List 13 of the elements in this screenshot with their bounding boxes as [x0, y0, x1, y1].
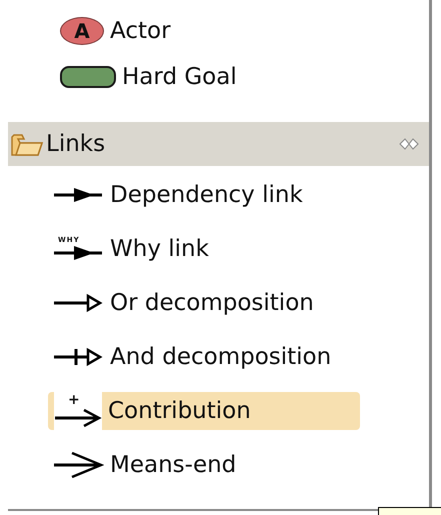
hollow-arrow-icon	[54, 293, 104, 313]
actor-icon: A	[60, 17, 104, 45]
drawer-header[interactable]: Links	[8, 122, 429, 166]
palette-item[interactable]: Or decomposition	[48, 284, 360, 322]
palette-item[interactable]: And decomposition	[48, 338, 360, 376]
palette-item[interactable]: Dependency link	[48, 176, 360, 214]
palette-item[interactable]: Hard Goal	[122, 64, 237, 90]
collapse-icon	[399, 137, 419, 151]
palette-item[interactable]: + Contribution	[48, 392, 360, 430]
palette-item[interactable]: Actor	[110, 18, 171, 44]
filled-arrow-icon	[54, 185, 104, 205]
palette-item[interactable]: Means-end	[48, 446, 360, 484]
hollow-arrow-icon	[54, 347, 104, 367]
